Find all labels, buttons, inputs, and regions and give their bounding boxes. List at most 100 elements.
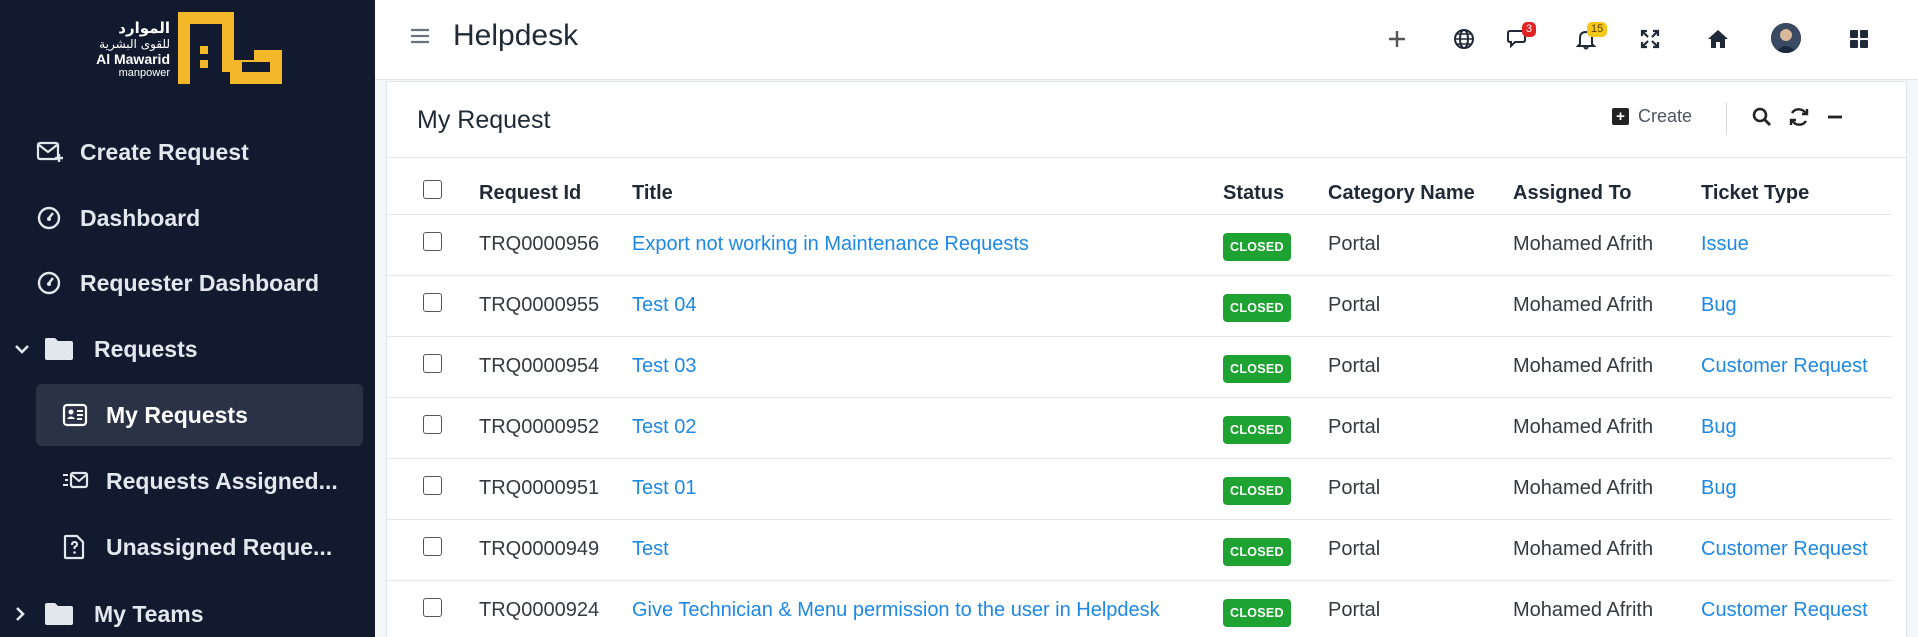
hamburger-menu-icon[interactable] <box>410 24 430 52</box>
table-row: TRQ0000956 Export not working in Mainten… <box>387 213 1892 275</box>
status-badge: CLOSED <box>1223 537 1291 566</box>
table-row: TRQ0000924 Give Technician & Menu permis… <box>387 579 1892 637</box>
globe-icon[interactable] <box>1447 22 1481 56</box>
request-title-link[interactable]: Give Technician & Menu permission to the… <box>632 599 1160 621</box>
status-cell: CLOSED <box>1223 335 1328 397</box>
add-icon[interactable] <box>1380 22 1414 56</box>
ticket-type-link[interactable]: Bug <box>1701 416 1737 438</box>
column-header-title[interactable]: Title <box>632 159 1223 214</box>
request-id: TRQ0000954 <box>479 335 632 397</box>
row-select-cell <box>387 457 479 519</box>
collapse-icon[interactable] <box>1820 102 1850 132</box>
column-header-request-id[interactable]: Request Id <box>479 159 632 214</box>
ticket-type-link[interactable]: Customer Request <box>1701 355 1868 377</box>
status-cell: CLOSED <box>1223 274 1328 336</box>
sidebar-item-label: My Requests <box>106 401 248 428</box>
logo-english-line2: manpower <box>118 67 170 79</box>
user-avatar[interactable] <box>1771 23 1801 53</box>
row-checkbox[interactable] <box>423 476 442 495</box>
column-header-status[interactable]: Status <box>1223 159 1328 214</box>
logo-text: الموارد للقوى البشرية Al Mawarid manpowe… <box>78 19 170 80</box>
sidebar-item-label: My Teams <box>94 600 204 627</box>
sidebar-item-dashboard[interactable]: Dashboard <box>36 187 200 249</box>
ticket-type-link[interactable]: Customer Request <box>1701 599 1868 621</box>
request-title-link[interactable]: Test <box>632 538 669 560</box>
status-badge: CLOSED <box>1223 476 1291 505</box>
request-title-cell: Give Technician & Menu permission to the… <box>632 579 1223 637</box>
page-title: Helpdesk <box>453 19 579 52</box>
ticket-type-link[interactable]: Bug <box>1701 294 1737 316</box>
assigned-to: Mohamed Afrith <box>1513 274 1701 336</box>
card-title: My Request <box>417 106 551 134</box>
assigned-to: Mohamed Afrith <box>1513 579 1701 637</box>
assigned-to: Mohamed Afrith <box>1513 396 1701 458</box>
top-navbar: Helpdesk 3 15 <box>375 0 1918 80</box>
row-checkbox[interactable] <box>423 598 442 618</box>
card-header: My Request + Create <box>387 82 1906 158</box>
sidebar-item-requests-assigned[interactable]: Requests Assigned... <box>36 450 363 512</box>
ticket-type-cell: Bug <box>1701 274 1892 336</box>
status-cell: CLOSED <box>1223 579 1328 637</box>
search-icon[interactable] <box>1747 102 1777 132</box>
category-name: Portal <box>1328 396 1513 458</box>
select-all-checkbox[interactable] <box>423 179 442 199</box>
request-title-cell: Export not working in Maintenance Reques… <box>632 213 1223 275</box>
row-checkbox[interactable] <box>423 415 442 434</box>
sidebar-item-label: Requests Assigned... <box>106 467 338 494</box>
logo-english-line1: Al Mawarid <box>96 51 170 67</box>
row-checkbox[interactable] <box>423 232 442 251</box>
assigned-to: Mohamed Afrith <box>1513 518 1701 580</box>
row-select-cell <box>387 274 479 336</box>
id-card-icon <box>62 401 96 429</box>
status-cell: CLOSED <box>1223 396 1328 458</box>
bell-icon[interactable]: 15 <box>1569 22 1608 56</box>
messages-icon[interactable]: 3 <box>1502 22 1537 56</box>
logo-arabic-line1: الموارد <box>118 19 170 37</box>
fullscreen-icon[interactable] <box>1633 22 1667 56</box>
ticket-type-cell: Customer Request <box>1701 518 1892 580</box>
sidebar-item-create-request[interactable]: Create Request <box>36 121 249 183</box>
column-header-ticket-type[interactable]: Ticket Type <box>1701 159 1892 214</box>
ticket-type-link[interactable]: Bug <box>1701 477 1737 499</box>
sidebar-item-label: Requester Dashboard <box>80 269 320 296</box>
status-badge: CLOSED <box>1223 232 1291 261</box>
request-title-link[interactable]: Test 03 <box>632 355 696 377</box>
sidebar-item-requester-dashboard[interactable]: Requester Dashboard <box>36 252 319 314</box>
request-title-link[interactable]: Test 01 <box>632 477 696 499</box>
request-id: TRQ0000924 <box>479 579 632 637</box>
request-id: TRQ0000955 <box>479 274 632 336</box>
mail-plus-icon <box>36 138 70 166</box>
row-checkbox[interactable] <box>423 354 442 373</box>
table-row: TRQ0000954 Test 03 CLOSED Portal Mohamed… <box>387 335 1892 397</box>
row-select-cell <box>387 518 479 580</box>
assigned-to: Mohamed Afrith <box>1513 335 1701 397</box>
sidebar-item-my-requests[interactable]: My Requests <box>36 384 363 446</box>
refresh-icon[interactable] <box>1784 102 1814 132</box>
sidebar-item-label: Requests <box>94 335 198 362</box>
row-checkbox[interactable] <box>423 293 442 312</box>
column-header-assigned-to[interactable]: Assigned To <box>1513 159 1701 214</box>
ticket-type-cell: Customer Request <box>1701 335 1892 397</box>
messages-count-badge: 3 <box>1522 22 1537 37</box>
row-checkbox[interactable] <box>423 537 442 556</box>
company-logo[interactable]: الموارد للقوى البشرية Al Mawarid manpowe… <box>78 10 288 86</box>
toolbar-divider <box>1726 102 1727 135</box>
ticket-type-link[interactable]: Issue <box>1701 233 1749 255</box>
column-header-category-name[interactable]: Category Name <box>1328 159 1513 214</box>
sidebar-group-requests[interactable]: Requests <box>14 318 198 380</box>
ticket-type-link[interactable]: Customer Request <box>1701 538 1868 560</box>
sidebar-group-my-teams[interactable]: My Teams <box>14 583 204 637</box>
apps-grid-icon[interactable] <box>1842 22 1876 56</box>
request-title-cell: Test 02 <box>632 396 1223 458</box>
request-title-link[interactable]: Export not working in Maintenance Reques… <box>632 233 1029 255</box>
request-title-link[interactable]: Test 02 <box>632 416 696 438</box>
request-title-cell: Test 01 <box>632 457 1223 519</box>
home-icon[interactable] <box>1701 22 1735 56</box>
category-name: Portal <box>1328 213 1513 275</box>
request-title-link[interactable]: Test 04 <box>632 294 696 316</box>
status-badge: CLOSED <box>1223 293 1291 322</box>
sidebar-item-unassigned-requests[interactable]: Unassigned Reque... <box>36 516 363 578</box>
request-id: TRQ0000951 <box>479 457 632 519</box>
create-request-button[interactable]: + Create <box>1612 106 1692 127</box>
create-button-label: Create <box>1638 106 1693 126</box>
